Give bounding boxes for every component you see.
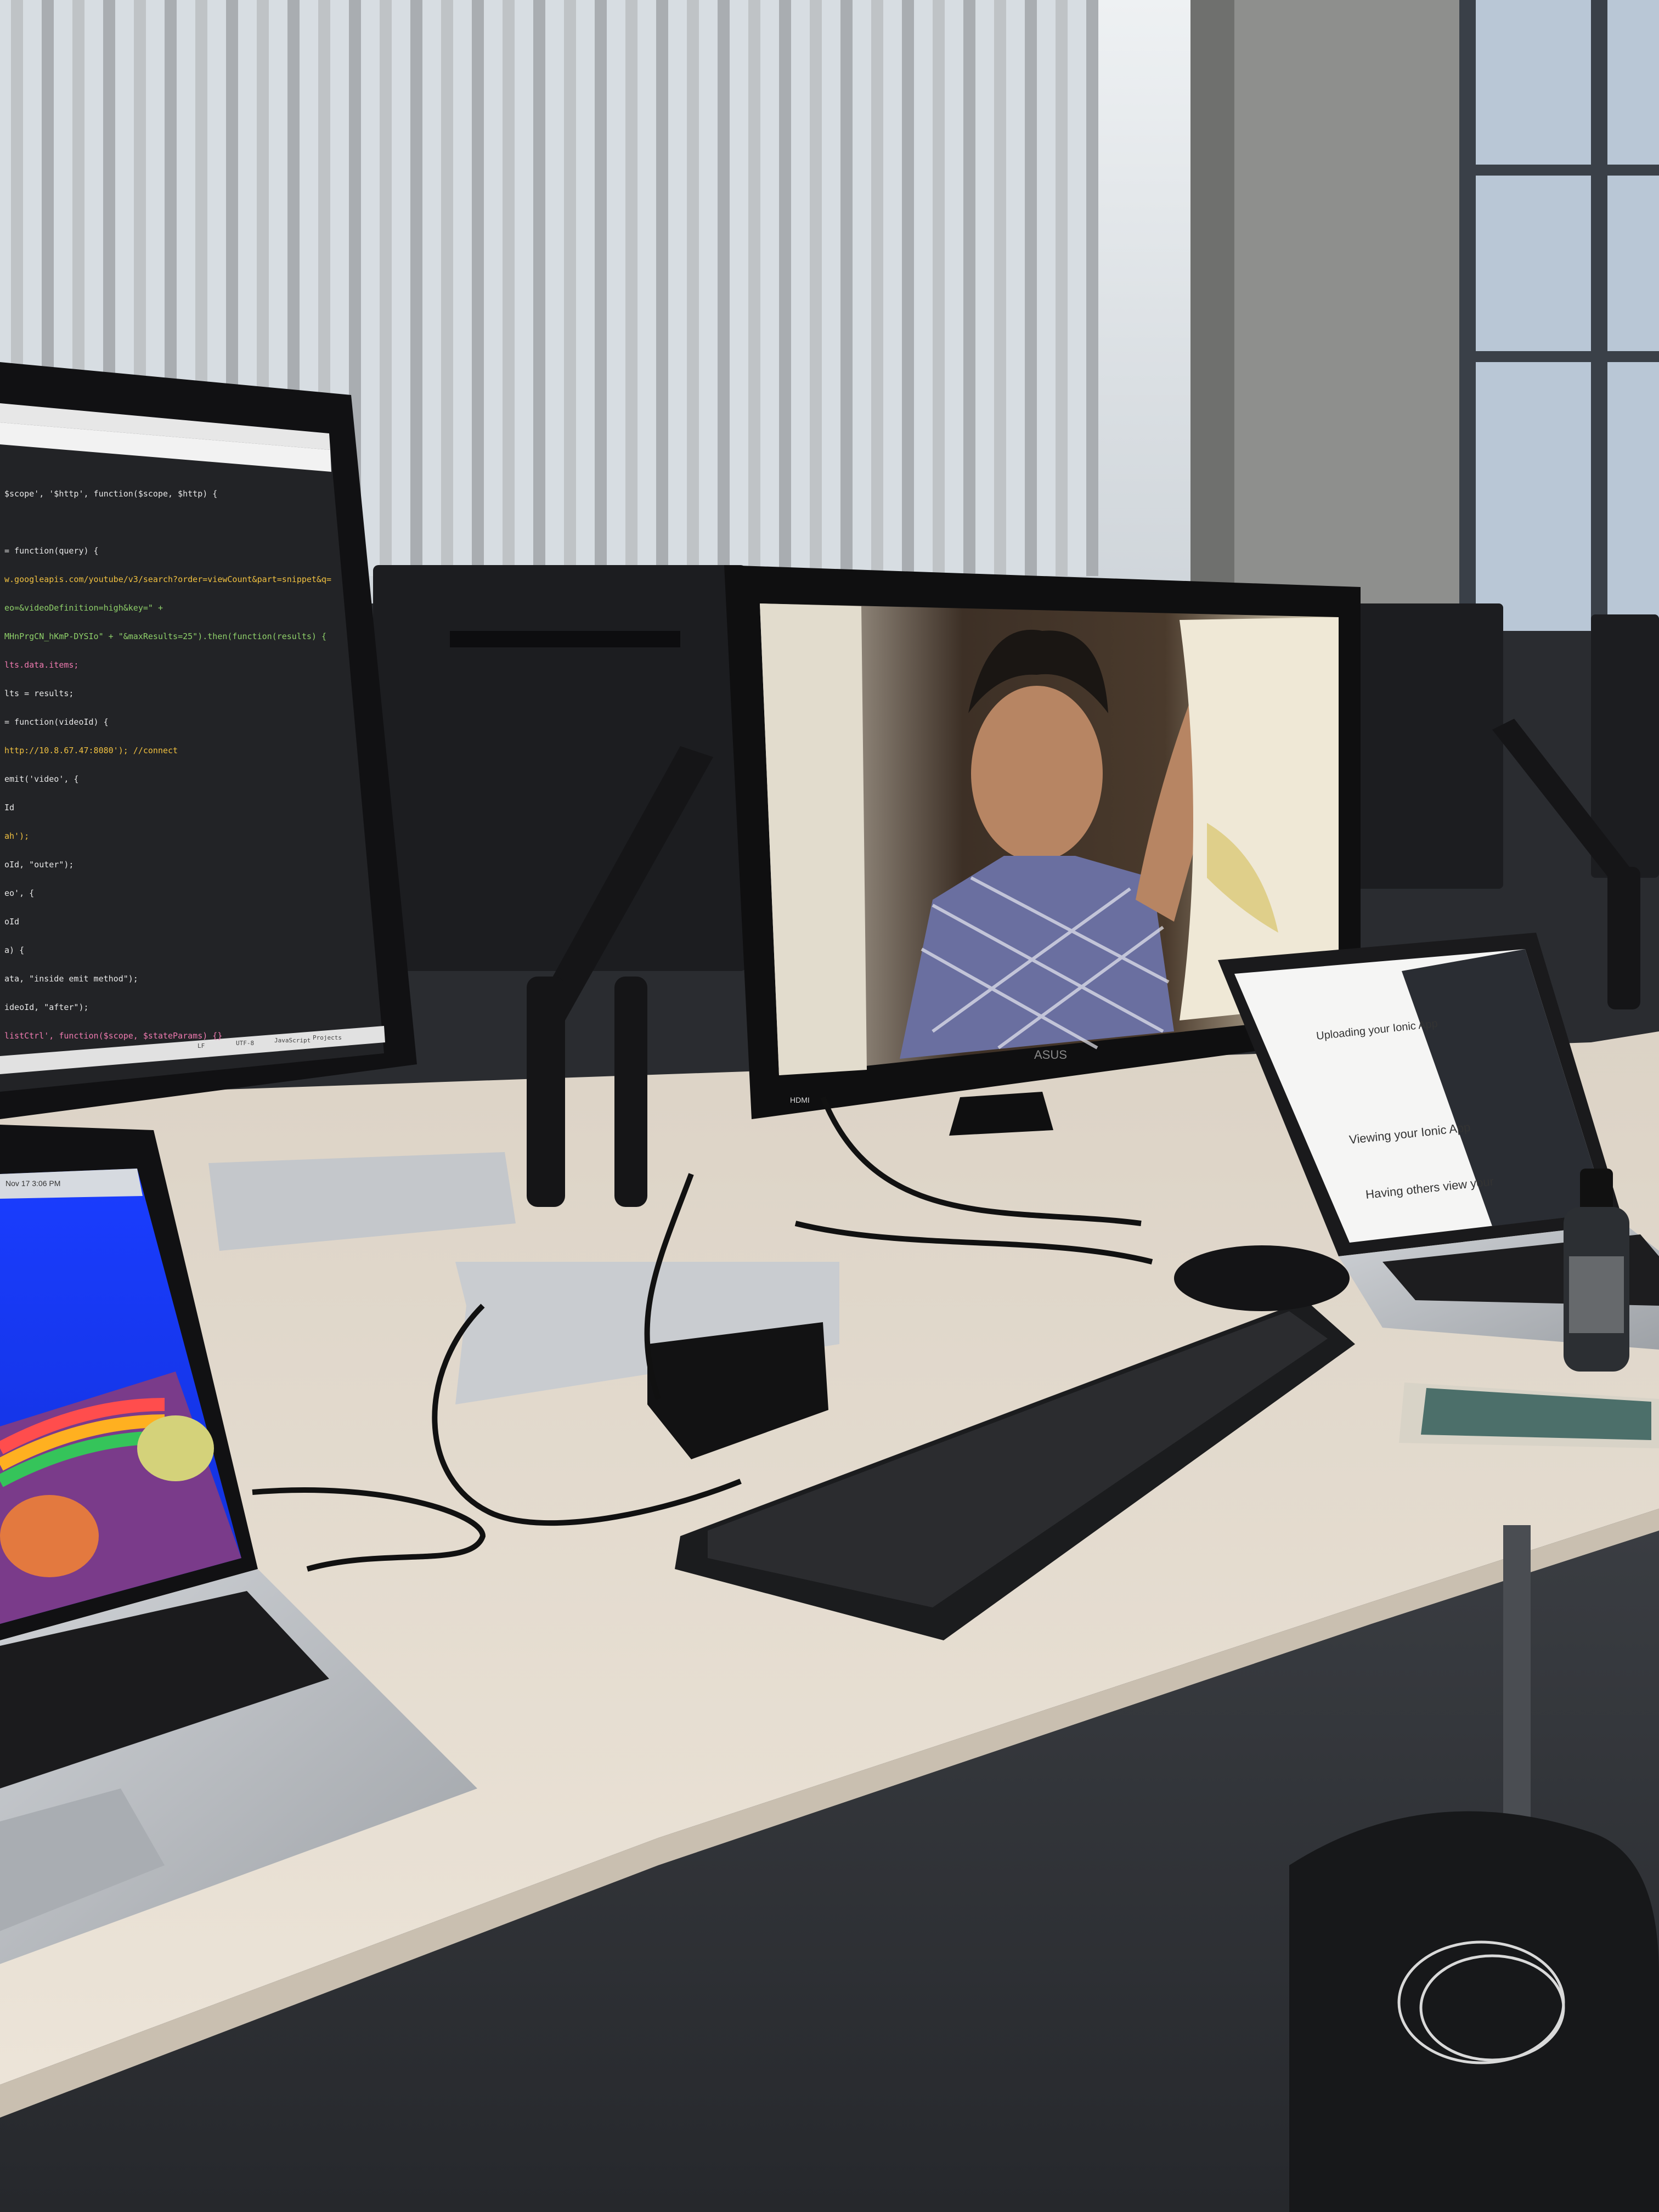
status-bar-item: Projects	[313, 1034, 342, 1041]
menubar-time: Nov 17 3:06 PM	[5, 1179, 60, 1188]
code-line: Id	[4, 803, 14, 812]
backpack	[1289, 1811, 1659, 2212]
code-line: = function(query) {	[4, 546, 99, 556]
right-window	[1459, 0, 1659, 631]
code-line: ideoId, "after");	[4, 1002, 89, 1012]
code-line: listCtrl', function($scope, $stateParams…	[4, 1031, 222, 1041]
code-line: eo=&videoDefinition=high&key=" +	[4, 603, 163, 613]
code-line: emit('video', {	[4, 774, 78, 784]
code-line: http://10.8.67.47:8080'); //connect	[4, 746, 178, 755]
code-line: w.googleapis.com/youtube/v3/search?order…	[4, 574, 331, 584]
code-line: = function(videoId) {	[4, 717, 109, 727]
code-line: ah');	[4, 831, 29, 841]
code-line: MHnPrgCN_hKmP-DYSIo" + "&maxResults=25")…	[4, 631, 326, 641]
code-line: a) {	[4, 945, 24, 955]
office-desk-photo: $scope', '$http', function($scope, $http…	[0, 0, 1659, 2212]
mouse	[1174, 1245, 1350, 1311]
code-line: ata, "inside emit method");	[4, 974, 138, 984]
back-monitor-right	[1355, 603, 1503, 889]
code-line: lts = results;	[4, 689, 74, 698]
code-line: oId, "outer");	[4, 860, 74, 870]
code-line: eo', {	[4, 888, 34, 898]
status-bar-item: JavaScript	[274, 1037, 311, 1044]
monitor-brand: ASUS	[1034, 1048, 1067, 1062]
status-bar-item: LF	[198, 1042, 205, 1049]
code-line: lts.data.items;	[4, 660, 78, 670]
code-line: oId	[4, 917, 19, 927]
hdmi-label: HDMI	[790, 1096, 810, 1104]
code-line: $scope', '$http', function($scope, $http…	[4, 489, 217, 499]
status-bar-item: UTF-8	[236, 1040, 254, 1047]
